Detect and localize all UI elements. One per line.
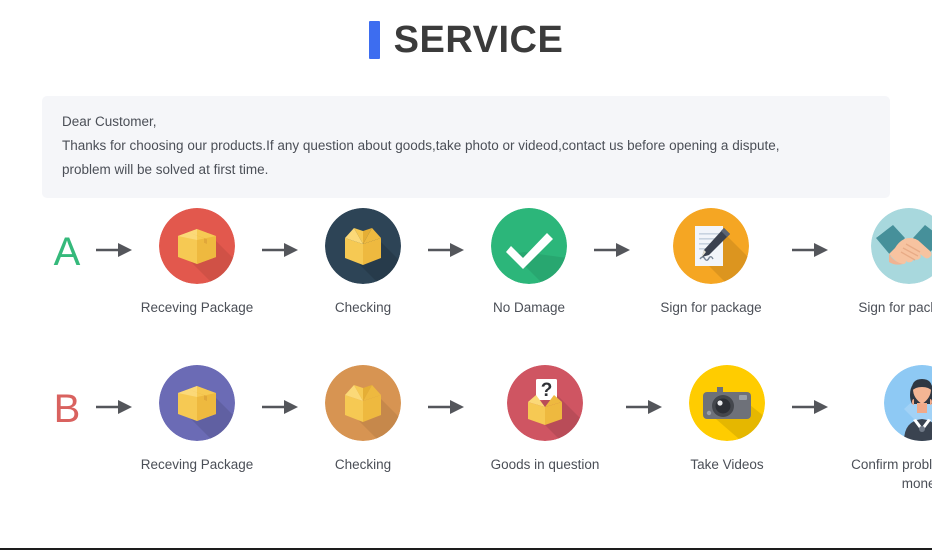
check-mark-icon <box>491 208 567 284</box>
service-page: SERVICE Dear Customer, Thanks for choosi… <box>0 0 932 550</box>
support-agent-icon <box>884 365 932 441</box>
arrow-right-icon <box>620 365 668 449</box>
document-pen-icon <box>673 208 749 284</box>
arrow-right-icon <box>256 365 304 449</box>
open-box-icon <box>325 365 401 441</box>
flow-step-b-3: ? Goods in question <box>470 365 620 474</box>
closed-box-icon <box>159 208 235 284</box>
notice-line-3: problem will be solved at first time. <box>62 162 269 177</box>
flow-step-label: Checking <box>334 457 392 472</box>
flow-step-a-5: Sign for package <box>834 208 932 317</box>
flow-step-a-3: No Damage <box>470 208 588 317</box>
svg-text:?: ? <box>541 380 553 401</box>
title-accent-bar <box>368 21 380 59</box>
arrow-right-icon <box>256 208 304 292</box>
flow-step-label: Sign for package <box>660 300 762 315</box>
open-box-icon <box>325 208 401 284</box>
flow-step-label: Checking <box>334 300 392 315</box>
flow-step-label: Receving Package <box>140 300 254 315</box>
flow-step-label: Goods in question <box>490 457 600 472</box>
flow-step-a-1: Receving Package <box>138 208 256 317</box>
handshake-icon <box>871 208 932 284</box>
notice-line-1: Dear Customer, <box>62 114 157 129</box>
flow-step-a-2: Checking <box>304 208 422 317</box>
flow-row-b: B Receving Package Checking ? Goods in q… <box>0 365 932 493</box>
arrow-right-icon <box>786 208 834 292</box>
flow-step-b-1: Receving Package <box>138 365 256 474</box>
question-box-icon: ? <box>507 365 583 441</box>
page-title-text: SERVICE <box>393 19 564 61</box>
flow-step-b-5: Confirm problem,refund money <box>834 365 932 493</box>
arrow-right-icon <box>90 208 138 292</box>
arrow-right-icon <box>422 365 470 449</box>
page-title: SERVICE <box>0 0 932 61</box>
flow-step-label: Take Videos <box>690 457 764 472</box>
flow-row-a: A Receving Package Checking No Damage Si… <box>0 208 932 317</box>
notice-line-2: Thanks for choosing our products.If any … <box>62 138 780 153</box>
arrow-right-icon <box>786 365 834 449</box>
closed-box-icon <box>159 365 235 441</box>
flow-step-b-2: Checking <box>304 365 422 474</box>
camera-icon <box>689 365 765 441</box>
arrow-right-icon <box>90 365 138 449</box>
arrow-right-icon <box>588 208 636 292</box>
flow-step-a-4: Sign for package <box>636 208 786 317</box>
flow-step-b-4: Take Videos <box>668 365 786 474</box>
flow-step-label: Receving Package <box>140 457 254 472</box>
customer-notice-box: Dear Customer, Thanks for choosing our p… <box>42 96 890 198</box>
flow-label-a: A <box>53 230 81 274</box>
arrow-right-icon <box>422 208 470 292</box>
flow-step-label: No Damage <box>492 300 566 315</box>
flow-step-label: Sign for package <box>858 300 932 315</box>
flow-step-label: Confirm problem,refund money <box>851 457 932 491</box>
flow-label-b: B <box>53 387 81 431</box>
